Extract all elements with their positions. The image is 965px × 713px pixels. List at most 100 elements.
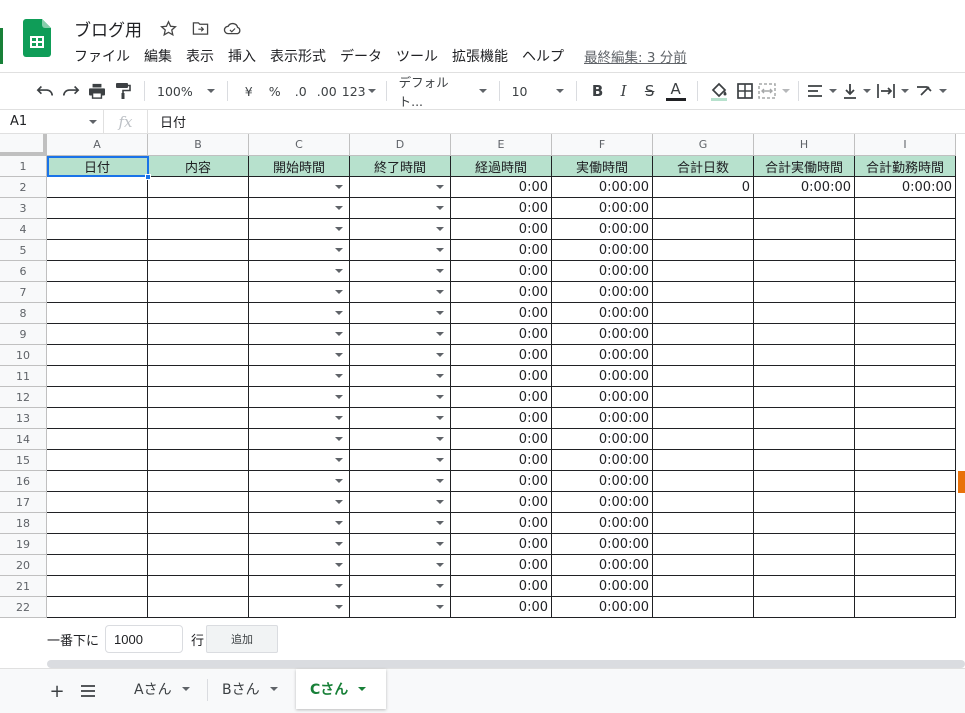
- time-dropdown-cell[interactable]: [249, 576, 350, 597]
- time-dropdown-cell[interactable]: [249, 240, 350, 261]
- table-cell[interactable]: [653, 492, 754, 513]
- time-dropdown-cell[interactable]: [249, 408, 350, 429]
- table-cell[interactable]: 0:00:00: [552, 534, 653, 555]
- table-cell[interactable]: 0:00:00: [552, 387, 653, 408]
- table-cell[interactable]: [148, 345, 249, 366]
- bold-button[interactable]: B: [585, 77, 611, 105]
- select-all-corner[interactable]: [0, 134, 47, 156]
- cloud-saved-icon[interactable]: [222, 19, 242, 39]
- table-cell[interactable]: [47, 324, 148, 345]
- borders-icon[interactable]: [732, 77, 758, 105]
- time-dropdown-cell[interactable]: [350, 597, 451, 618]
- print-icon[interactable]: [84, 77, 110, 105]
- table-cell[interactable]: [148, 450, 249, 471]
- column-header-a[interactable]: A: [47, 134, 148, 156]
- table-cell[interactable]: [653, 345, 754, 366]
- fill-handle[interactable]: [145, 174, 151, 180]
- row-header[interactable]: 4: [0, 219, 47, 240]
- time-dropdown-cell[interactable]: [350, 408, 451, 429]
- table-cell[interactable]: 0:00: [451, 576, 552, 597]
- time-dropdown-cell[interactable]: [249, 366, 350, 387]
- time-dropdown-cell[interactable]: [350, 555, 451, 576]
- table-cell[interactable]: [47, 408, 148, 429]
- column-header-d[interactable]: D: [350, 134, 451, 156]
- column-header-i[interactable]: I: [855, 134, 956, 156]
- table-cell[interactable]: [855, 303, 956, 324]
- menu-help[interactable]: ヘルプ: [522, 46, 564, 66]
- row-header[interactable]: 17: [0, 492, 47, 513]
- table-cell[interactable]: [148, 408, 249, 429]
- table-cell[interactable]: [855, 534, 956, 555]
- table-cell[interactable]: [148, 576, 249, 597]
- table-cell[interactable]: [855, 576, 956, 597]
- table-cell[interactable]: [754, 450, 855, 471]
- font-size-select[interactable]: 10: [508, 77, 568, 105]
- table-cell[interactable]: [47, 555, 148, 576]
- table-cell[interactable]: 0: [653, 177, 754, 198]
- table-cell[interactable]: 0:00:00: [552, 324, 653, 345]
- table-cell[interactable]: [754, 534, 855, 555]
- menu-file[interactable]: ファイル: [74, 46, 130, 66]
- time-dropdown-cell[interactable]: [350, 429, 451, 450]
- table-cell[interactable]: 0:00: [451, 534, 552, 555]
- table-cell[interactable]: [653, 366, 754, 387]
- table-cell[interactable]: [47, 303, 148, 324]
- time-dropdown-cell[interactable]: [350, 219, 451, 240]
- table-cell[interactable]: 0:00: [451, 198, 552, 219]
- sheets-logo-icon[interactable]: [23, 19, 51, 57]
- horizontal-align-icon[interactable]: [807, 77, 837, 105]
- row-header[interactable]: 3: [0, 198, 47, 219]
- table-cell[interactable]: 0:00:00: [552, 345, 653, 366]
- table-cell[interactable]: [148, 429, 249, 450]
- row-header[interactable]: 2: [0, 177, 47, 198]
- time-dropdown-cell[interactable]: [249, 345, 350, 366]
- table-cell[interactable]: [148, 177, 249, 198]
- table-cell[interactable]: 0:00: [451, 513, 552, 534]
- vertical-align-icon[interactable]: [843, 77, 871, 105]
- table-cell[interactable]: 0:00: [451, 471, 552, 492]
- menu-data[interactable]: データ: [340, 46, 382, 66]
- table-cell[interactable]: [754, 513, 855, 534]
- table-cell[interactable]: 0:00: [451, 240, 552, 261]
- table-cell[interactable]: 0:00: [451, 177, 552, 198]
- table-cell[interactable]: [653, 513, 754, 534]
- time-dropdown-cell[interactable]: [249, 387, 350, 408]
- time-dropdown-cell[interactable]: [350, 576, 451, 597]
- row-header[interactable]: 22: [0, 597, 47, 618]
- table-cell[interactable]: [855, 324, 956, 345]
- table-cell[interactable]: [148, 261, 249, 282]
- table-cell[interactable]: [855, 513, 956, 534]
- row-header[interactable]: 20: [0, 555, 47, 576]
- table-cell[interactable]: [653, 471, 754, 492]
- column-header-e[interactable]: E: [451, 134, 552, 156]
- table-cell[interactable]: 0:00: [451, 387, 552, 408]
- header-cell[interactable]: 日付: [47, 156, 148, 177]
- table-cell[interactable]: [653, 408, 754, 429]
- horizontal-scrollbar[interactable]: [47, 660, 965, 668]
- undo-icon[interactable]: [32, 77, 58, 105]
- menu-extensions[interactable]: 拡張機能: [452, 46, 508, 66]
- table-cell[interactable]: 0:00:00: [552, 597, 653, 618]
- table-cell[interactable]: [855, 492, 956, 513]
- table-cell[interactable]: [148, 198, 249, 219]
- merge-cells-icon[interactable]: [757, 77, 790, 105]
- table-cell[interactable]: [855, 198, 956, 219]
- table-cell[interactable]: 0:00: [451, 429, 552, 450]
- table-cell[interactable]: [148, 219, 249, 240]
- table-cell[interactable]: [148, 534, 249, 555]
- table-cell[interactable]: 0:00:00: [552, 366, 653, 387]
- fill-color-icon[interactable]: [706, 77, 732, 105]
- table-cell[interactable]: [653, 240, 754, 261]
- table-cell[interactable]: [47, 282, 148, 303]
- header-cell[interactable]: 内容: [148, 156, 249, 177]
- table-cell[interactable]: [47, 177, 148, 198]
- time-dropdown-cell[interactable]: [249, 471, 350, 492]
- time-dropdown-cell[interactable]: [249, 513, 350, 534]
- time-dropdown-cell[interactable]: [350, 387, 451, 408]
- row-header[interactable]: 19: [0, 534, 47, 555]
- time-dropdown-cell[interactable]: [249, 450, 350, 471]
- table-cell[interactable]: [148, 303, 249, 324]
- table-cell[interactable]: 0:00:00: [552, 471, 653, 492]
- sheet-tab-c[interactable]: Cさん: [296, 669, 386, 709]
- column-header-g[interactable]: G: [653, 134, 754, 156]
